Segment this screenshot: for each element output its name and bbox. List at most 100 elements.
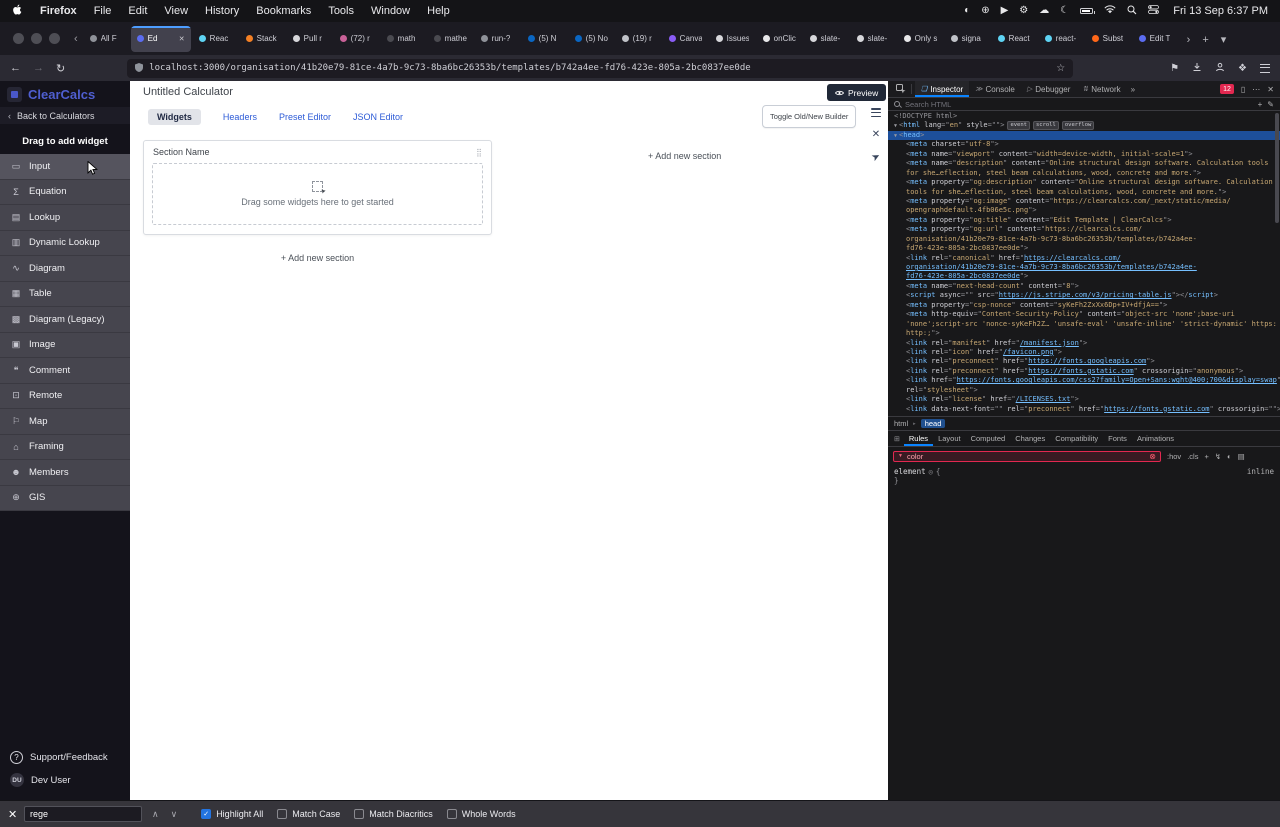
markup-line[interactable]: <meta charset="utf-8">: [888, 140, 1280, 149]
browser-tab[interactable]: (5) No: [569, 26, 614, 52]
menu-item-window[interactable]: Window: [371, 5, 410, 17]
checkbox[interactable]: [354, 809, 365, 819]
markup-line[interactable]: opengraphdefault.4fb06e5c.png">: [888, 206, 1280, 215]
markup-line[interactable]: <link rel="license" href="/LICENSES.txt"…: [888, 395, 1280, 404]
markup-line[interactable]: <meta name="next-head-count" content="8"…: [888, 282, 1280, 291]
markup-line[interactable]: organisation/41b20e79-81ce-4a7b-9c73-8ba…: [888, 263, 1280, 272]
close-findbar-icon[interactable]: ✕: [8, 808, 24, 821]
browser-tab[interactable]: onClic: [757, 26, 802, 52]
panel-tab-layout[interactable]: Layout: [933, 431, 966, 446]
save-to-pocket-icon[interactable]: ⚑: [1170, 63, 1179, 74]
reload-icon[interactable]: ↻: [56, 62, 65, 75]
new-tab-icon[interactable]: +: [1202, 34, 1208, 46]
pane-toggle-icon[interactable]: ⊞: [890, 435, 904, 443]
clear-filter-icon[interactable]: ⊗: [1149, 452, 1156, 461]
list-icon[interactable]: [871, 108, 881, 117]
browser-tab[interactable]: react-: [1039, 26, 1084, 52]
browser-tab[interactable]: All F: [84, 26, 129, 52]
devtools-tab-network[interactable]: ⇅ Network: [1076, 81, 1126, 97]
tab-headers[interactable]: Headers: [223, 112, 257, 122]
forward-icon[interactable]: →: [33, 62, 44, 74]
globe-icon[interactable]: ⊕: [981, 6, 989, 16]
markup-line[interactable]: <link href="https://fonts.googleapis.com…: [888, 376, 1280, 385]
markup-line[interactable]: <!DOCTYPE html>: [888, 112, 1280, 121]
search-html-input[interactable]: Search HTML + ✎: [888, 98, 1280, 111]
markup-line[interactable]: <link rel="canonical" href="https://clea…: [888, 254, 1280, 263]
extensions-icon[interactable]: ❖: [1238, 63, 1247, 74]
menu-item-file[interactable]: File: [94, 5, 112, 17]
browser-tab[interactable]: Reac: [193, 26, 238, 52]
widget-item-members[interactable]: ☻ Members: [0, 460, 130, 486]
devtools-menu-icon[interactable]: ⋯: [1252, 85, 1260, 94]
widget-item-input[interactable]: ▭ Input: [0, 154, 130, 180]
browser-tab[interactable]: Subst: [1086, 26, 1131, 52]
preview-button[interactable]: Preview: [827, 84, 887, 101]
user-menu[interactable]: DU Dev User: [0, 773, 130, 787]
widget-item-image[interactable]: ▣ Image: [0, 332, 130, 358]
markup-line[interactable]: <meta name="description" content="Online…: [888, 159, 1280, 168]
markup-line[interactable]: <meta property="csp-nonce" content="syKe…: [888, 301, 1280, 310]
widget-item-diagram-legacy-[interactable]: ▩ Diagram (Legacy): [0, 307, 130, 333]
find-next-icon[interactable]: ∨: [171, 809, 178, 820]
panel-tab-computed[interactable]: Computed: [966, 431, 1011, 446]
section-name[interactable]: Section Name: [153, 147, 210, 157]
menu-item-edit[interactable]: Edit: [128, 5, 147, 17]
menu-item-view[interactable]: View: [164, 5, 188, 17]
menu-item-bookmarks[interactable]: Bookmarks: [256, 5, 311, 17]
markup-line[interactable]: <meta property="og:title" content="Edit …: [888, 216, 1280, 225]
add-new-section-link-right[interactable]: + Add new section: [648, 151, 721, 161]
widget-item-comment[interactable]: ❝ Comment: [0, 358, 130, 384]
print-media-icon[interactable]: ▤: [1238, 452, 1245, 461]
markup-line[interactable]: http:;">: [888, 329, 1280, 338]
browser-tab[interactable]: (72) r: [334, 26, 379, 52]
gear-icon[interactable]: ⚙: [1019, 6, 1028, 16]
widget-item-remote[interactable]: ⊡ Remote: [0, 383, 130, 409]
more-tools-icon[interactable]: »: [1127, 85, 1139, 94]
wifi-icon[interactable]: [1104, 5, 1116, 17]
browser-tab[interactable]: run-?: [475, 26, 520, 52]
find-option-highlight-all[interactable]: ✓ Highlight All: [201, 809, 263, 819]
list-all-tabs-icon[interactable]: ▾: [1221, 33, 1227, 46]
markup-line[interactable]: <link rel="icon" href="/favicon.png">: [888, 348, 1280, 357]
theme-toggle-icon[interactable]: ◐: [964, 6, 970, 16]
markup-line[interactable]: organisation/41b20e79-81ce-4a7b-9c73-8ba…: [888, 235, 1280, 244]
markup-line[interactable]: ▼ <html lang="en" style=""> event scroll ove…: [888, 121, 1280, 130]
menubar-clock[interactable]: Fri 13 Sep 6:37 PM: [1173, 5, 1268, 17]
browser-tab[interactable]: Only s: [898, 26, 943, 52]
panel-tab-changes[interactable]: Changes: [1010, 431, 1050, 446]
account-icon[interactable]: [1215, 62, 1225, 75]
markup-line[interactable]: <link rel="manifest" href="/manifest.jso…: [888, 339, 1280, 348]
browser-tab[interactable]: math: [381, 26, 426, 52]
panel-tab-fonts[interactable]: Fonts: [1103, 431, 1132, 446]
browser-tab[interactable]: React me: [992, 26, 1037, 52]
devtools-close-icon[interactable]: ✕: [1267, 85, 1274, 94]
widget-item-lookup[interactable]: ▤ Lookup: [0, 205, 130, 231]
new-node-icon[interactable]: +: [1258, 100, 1263, 109]
browser-tab[interactable]: Canva: [663, 26, 708, 52]
widget-item-gis[interactable]: ⊕ GIS: [0, 485, 130, 511]
browser-tab[interactable]: Issues: [710, 26, 755, 52]
back-to-calculators-link[interactable]: ‹ Back to Calculators: [0, 107, 130, 124]
scroll-tabs-left-icon[interactable]: ‹: [74, 33, 78, 45]
browser-tab[interactable]: (19) r: [616, 26, 661, 52]
url-input[interactable]: localhost:3000/organisation/41b20e79-81c…: [127, 58, 1074, 78]
widget-item-framing[interactable]: ⌂ Framing: [0, 434, 130, 460]
menu-item-tools[interactable]: Tools: [328, 5, 354, 17]
menu-item-history[interactable]: History: [205, 5, 239, 17]
scroll-tabs-right-icon[interactable]: ›: [1187, 34, 1191, 46]
cloud-icon[interactable]: ☁: [1039, 6, 1049, 16]
tab-widgets[interactable]: Widgets: [148, 109, 201, 125]
browser-tab[interactable]: Pull r: [287, 26, 332, 52]
checkbox[interactable]: [446, 809, 457, 819]
checkbox[interactable]: [277, 809, 288, 819]
spotlight-search-icon[interactable]: [1127, 5, 1137, 18]
window-controls[interactable]: [13, 33, 60, 44]
node-picker-icon[interactable]: [891, 84, 912, 94]
widget-item-dynamic-lookup[interactable]: ▥ Dynamic Lookup: [0, 230, 130, 256]
control-center-icon[interactable]: [1148, 5, 1160, 17]
markup-line[interactable]: <link rel="preconnect" href="https://fon…: [888, 357, 1280, 366]
widget-item-table[interactable]: ▦ Table: [0, 281, 130, 307]
markup-line[interactable]: <link data-next-font="" rel="preconnect"…: [888, 405, 1280, 414]
markup-line[interactable]: <script async="" src="https://js.stripe.…: [888, 291, 1280, 300]
markup-scrollbar[interactable]: [1275, 113, 1279, 413]
